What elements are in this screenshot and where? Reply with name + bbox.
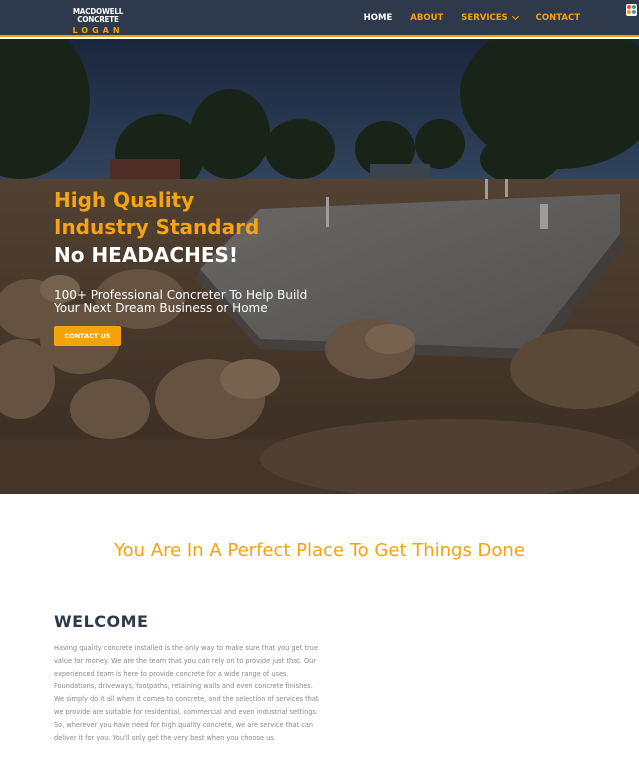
logo-line-1: MACDOWELL CONCRETE <box>72 7 124 24</box>
hero-subtitle: 100+ Professional Concreter To Help Buil… <box>54 288 308 315</box>
nav-services[interactable]: SERVICES <box>461 12 519 23</box>
contact-us-button[interactable]: CONTACT US <box>54 326 121 346</box>
nav-contact[interactable]: CONTACT <box>536 13 580 23</box>
main-nav: HOME ABOUT SERVICES CONTACT <box>346 12 580 23</box>
hero-headline-2: Industry Standard <box>54 215 260 239</box>
nav-home[interactable]: HOME <box>364 13 393 23</box>
welcome-heading: WELCOME <box>54 612 149 631</box>
hero-section: High Quality Industry Standard No HEADAC… <box>0 39 639 494</box>
site-header: MACDOWELL CONCRETE LOGAN HOME ABOUT SERV… <box>0 0 639 37</box>
chevron-down-icon <box>511 12 519 21</box>
site-logo[interactable]: MACDOWELL CONCRETE LOGAN <box>53 8 143 35</box>
logo-line-2: LOGAN <box>72 26 124 35</box>
tagline-heading: You Are In A Perfect Place To Get Things… <box>114 540 525 561</box>
welcome-paragraph: Having quality concrete installed is the… <box>54 644 319 742</box>
page: MACDOWELL CONCRETE LOGAN HOME ABOUT SERV… <box>0 0 639 770</box>
widget-icon[interactable] <box>626 4 637 16</box>
hero-headline-1: High Quality <box>54 188 195 212</box>
hero-headline-3: No HEADACHES! <box>54 243 239 267</box>
nav-services-label: SERVICES <box>461 13 508 23</box>
nav-about[interactable]: ABOUT <box>410 13 443 23</box>
